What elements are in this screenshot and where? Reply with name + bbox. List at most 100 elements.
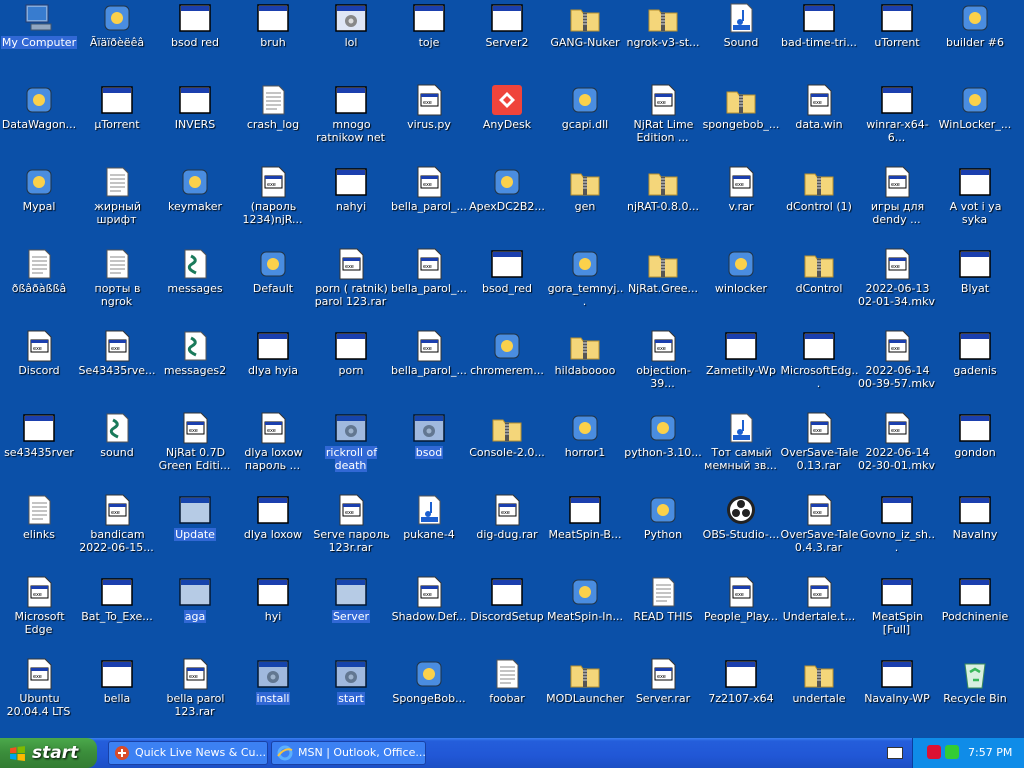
- desktop-icon[interactable]: Ãïäïðèëêâ: [78, 0, 156, 80]
- desktop-icon[interactable]: exe 2022-06-14 00-39-57.mkv: [858, 328, 936, 408]
- desktop-icon[interactable]: exe OverSave-Tale 0.4.3.rar: [780, 492, 858, 572]
- desktop-icon[interactable]: exe porn ( ratnik) parol 123.rar: [312, 246, 390, 326]
- desktop-icon[interactable]: bsod: [390, 410, 468, 490]
- taskbar-button-news[interactable]: Quick Live News & Cu...: [108, 741, 268, 765]
- desktop-icon[interactable]: builder #6: [936, 0, 1014, 80]
- desktop-icon[interactable]: gora_temnyj...: [546, 246, 624, 326]
- desktop-icon[interactable]: messages2: [156, 328, 234, 408]
- desktop-icon[interactable]: Sound: [702, 0, 780, 80]
- desktop-icon[interactable]: exe dig-dug.rar: [468, 492, 546, 572]
- desktop-icon[interactable]: exe bella_parol_...: [390, 246, 468, 326]
- desktop-icon[interactable]: dlya loxow: [234, 492, 312, 572]
- desktop-icon[interactable]: exe Ubuntu 20.04.4 LTS: [0, 656, 78, 736]
- desktop-icon[interactable]: nahyi: [312, 164, 390, 244]
- desktop-icon[interactable]: W: [1014, 164, 1024, 244]
- desktop-icon[interactable]: exe 2022-06-14 02-30-01.mkv: [858, 410, 936, 490]
- desktop-icon[interactable]: bella: [78, 656, 156, 736]
- desktop-icon[interactable]: exe virus.py: [390, 82, 468, 162]
- desktop-icon[interactable]: hyi: [234, 574, 312, 654]
- desktop-icon[interactable]: dlya hyia: [234, 328, 312, 408]
- desktop-icon[interactable]: exe Microsoft Edge: [0, 574, 78, 654]
- desktop-icon[interactable]: winlocker: [702, 246, 780, 326]
- desktop-icon[interactable]: aga: [156, 574, 234, 654]
- desktop-icon[interactable]: Navalny: [936, 492, 1014, 572]
- desktop-icon[interactable]: Bat_To_Exe...: [78, 574, 156, 654]
- desktop-icon[interactable]: Console-2.0...: [468, 410, 546, 490]
- desktop-icon[interactable]: exe игры для dendy ...: [858, 164, 936, 244]
- desktop-icon[interactable]: T: [1014, 82, 1024, 162]
- desktop-icon[interactable]: exe data.win: [780, 82, 858, 162]
- desktop-icon[interactable]: exe v.rar: [702, 164, 780, 244]
- desktop-icon[interactable]: OBS-Studio-...: [702, 492, 780, 572]
- desktop-icon[interactable]: bsod_red: [468, 246, 546, 326]
- desktop-icon[interactable]: rickroll of death: [312, 410, 390, 490]
- desktop-icon[interactable]: MicrosoftEdg...: [780, 328, 858, 408]
- desktop-icon[interactable]: exe Shadow.Def...: [390, 574, 468, 654]
- desktop-icon[interactable]: keymaker: [156, 164, 234, 244]
- desktop-icon[interactable]: GANG-Nuker: [546, 0, 624, 80]
- desktop-icon[interactable]: ðßâðàßßâ: [0, 246, 78, 326]
- desktop-icon[interactable]: exe bella_parol_...: [390, 164, 468, 244]
- desktop-icon[interactable]: Zametily-Wp: [702, 328, 780, 408]
- desktop-icon[interactable]: exe objection-39...: [624, 328, 702, 408]
- desktop-icon[interactable]: spongebob_...: [702, 82, 780, 162]
- desktop-icon[interactable]: bsod red: [156, 0, 234, 80]
- desktop-icon[interactable]: Тот самый мемный зв...: [702, 410, 780, 490]
- desktop-icon[interactable]: exe dlya loxow пароль ...: [234, 410, 312, 490]
- desktop-icon[interactable]: SpongeBob...: [390, 656, 468, 736]
- desktop-icon[interactable]: se: [1014, 0, 1024, 80]
- desktop-icon[interactable]: порты в ngrok: [78, 246, 156, 326]
- desktop-icon[interactable]: Navalny-WP: [858, 656, 936, 736]
- desktop-icon[interactable]: horror1: [546, 410, 624, 490]
- desktop-icon[interactable]: exe Undertale.t...: [780, 574, 858, 654]
- desktop-icon[interactable]: Default: [234, 246, 312, 326]
- desktop-icon[interactable]: Podchinenie: [936, 574, 1014, 654]
- tray-app-icon[interactable]: [927, 745, 941, 759]
- desktop-icon[interactable]: bruh: [234, 0, 312, 80]
- desktop-icon[interactable]: жирный шрифт: [78, 164, 156, 244]
- desktop-icon[interactable]: Update: [156, 492, 234, 572]
- desktop-icon[interactable]: elinks: [0, 492, 78, 572]
- start-button[interactable]: start: [0, 738, 97, 768]
- desktop-icon[interactable]: messages: [156, 246, 234, 326]
- desktop-icon[interactable]: gadenis: [936, 328, 1014, 408]
- desktop-icon[interactable]: MeatSpin [Full]: [858, 574, 936, 654]
- desktop-icon[interactable]: exe OverSave-Tale 0.13.rar: [780, 410, 858, 490]
- desktop-icon[interactable]: pukane-4: [390, 492, 468, 572]
- desktop-icon[interactable]: gcapi.dll: [546, 82, 624, 162]
- desktop-icon[interactable]: exe Serve пароль 123r.rar: [312, 492, 390, 572]
- desktop-icon[interactable]: Mypal: [0, 164, 78, 244]
- desktop-icon[interactable]: ApexDC2B2...: [468, 164, 546, 244]
- desktop-icon[interactable]: Server: [312, 574, 390, 654]
- desktop-icon[interactable]: DiscordSetup: [468, 574, 546, 654]
- desktop-icon[interactable]: python-3.10...: [624, 410, 702, 490]
- desktop-icon[interactable]: gondon: [936, 410, 1014, 490]
- desktop-icon[interactable]: exe bella_parol_...: [390, 328, 468, 408]
- desktop-icon[interactable]: exe NjRat 0.7D Green Editi...: [156, 410, 234, 490]
- desktop-icon[interactable]: A vot i ya syka: [936, 164, 1014, 244]
- desktop-icon[interactable]: NjRat.Gree...: [624, 246, 702, 326]
- desktop-icon[interactable]: sound: [78, 410, 156, 490]
- desktop-icon[interactable]: exe Discord: [0, 328, 78, 408]
- desktop-icon[interactable]: njRAT-0.8.0...: [624, 164, 702, 244]
- desktop-icon[interactable]: hildaboooo: [546, 328, 624, 408]
- desktop-icon[interactable]: start: [312, 656, 390, 736]
- desktop-icon[interactable]: bad-time-tri...: [780, 0, 858, 80]
- desktop-icon[interactable]: undertale: [780, 656, 858, 736]
- desktop-icon[interactable]: µTorrent: [78, 82, 156, 162]
- desktop-icon[interactable]: lol: [312, 0, 390, 80]
- desktop-icon[interactable]: se43435rver: [0, 410, 78, 490]
- desktop-icon[interactable]: foobar: [468, 656, 546, 736]
- desktop-icon[interactable]: WinLocker_...: [936, 82, 1014, 162]
- desktop-icon[interactable]: mnogo ratnikow net: [312, 82, 390, 162]
- desktop-icon[interactable]: MeatSpin-B...: [546, 492, 624, 572]
- desktop-icon[interactable]: exe 2022-06-13 02-01-34.mkv: [858, 246, 936, 326]
- desktop-icon[interactable]: crash_log: [234, 82, 312, 162]
- desktop-icon[interactable]: ngrok-v3-st...: [624, 0, 702, 80]
- desktop-icon[interactable]: READ THIS: [624, 574, 702, 654]
- desktop-icon[interactable]: AnyDesk: [468, 82, 546, 162]
- desktop-icon[interactable]: INVERS: [156, 82, 234, 162]
- desktop-icon[interactable]: toje: [390, 0, 468, 80]
- desktop-icon[interactable]: MeatSpin-In...: [546, 574, 624, 654]
- desktop-icon[interactable]: Python: [624, 492, 702, 572]
